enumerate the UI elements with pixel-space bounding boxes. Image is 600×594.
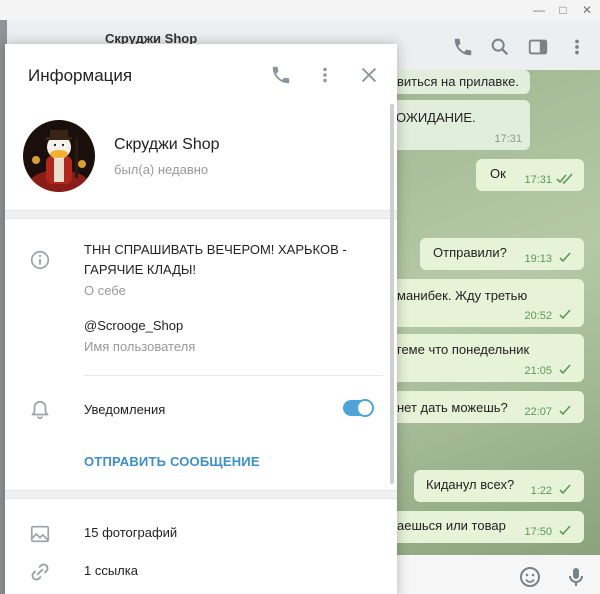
maximize-button[interactable]: □ (552, 1, 574, 19)
message-text: геме что понедельник (397, 342, 530, 357)
check-icon (559, 309, 571, 320)
message-out[interactable]: Ок 17:31 (476, 159, 584, 191)
message-text: виться на прилавке. (397, 74, 519, 89)
window-titlebar: — □ ✕ (0, 0, 600, 20)
message-text: манибек. Жду третью (397, 288, 528, 303)
send-message-button[interactable]: ОТПРАВИТЬ СООБЩЕНИЕ (84, 454, 260, 469)
message-text: нет дать можешь? (397, 400, 508, 415)
message-text: аешься или товар (397, 518, 506, 533)
section-separator (5, 490, 397, 499)
message-out[interactable]: нет дать можешь? 22:07 (390, 391, 584, 423)
microphone-icon[interactable] (564, 565, 588, 589)
phone-icon[interactable] (452, 36, 474, 58)
check-icon (559, 525, 571, 536)
phone-icon[interactable] (270, 64, 292, 86)
notifications-toggle[interactable] (343, 399, 374, 417)
info-panel: Информация Скруджи Shop был(а) недавно Т… (5, 44, 397, 594)
about-text: ТНН СПРАШИВАТЬ ВЕЧЕРОМ! ХАРЬКОВ - ГАРЯЧИ… (84, 242, 347, 277)
message-time: 17:31 (524, 174, 552, 186)
message-time: 17:50 (524, 526, 552, 538)
message-text: Отправили? (433, 245, 507, 260)
message-out[interactable]: геме что понедельник 21:05 (390, 334, 584, 382)
search-icon[interactable] (489, 36, 511, 58)
more-vert-icon[interactable] (566, 36, 588, 58)
links-count[interactable]: 1 ссылка (84, 561, 138, 581)
photo-icon (30, 525, 50, 543)
message-time: 17:31 (494, 133, 522, 145)
message-out[interactable]: Киданул всех? 1:22 (414, 470, 584, 502)
message-time: 1:22 (530, 485, 552, 497)
double-check-icon (556, 173, 573, 185)
message-text: Ок (490, 166, 506, 181)
close-icon[interactable] (358, 64, 380, 86)
check-icon (559, 252, 571, 263)
bell-icon (31, 400, 49, 420)
window-close-button[interactable]: ✕ (576, 1, 598, 19)
section-separator (5, 210, 397, 219)
about-label: О себе (84, 283, 126, 298)
divider (84, 375, 383, 376)
photos-count[interactable]: 15 фотографий (84, 523, 177, 543)
message-time: 21:05 (524, 365, 552, 377)
message-in[interactable]: ОЖИДАНИЕ. 17:31 (390, 100, 530, 150)
emoji-icon[interactable] (518, 565, 542, 589)
message-out[interactable]: аешься или товар 17:50 (390, 511, 584, 543)
panel-scrollbar[interactable] (390, 104, 394, 484)
contact-status: был(а) недавно (114, 162, 209, 177)
message-time: 19:13 (524, 253, 552, 265)
panel-title: Информация (28, 66, 133, 85)
username[interactable]: @Scrooge_Shop (84, 316, 183, 336)
username-label: Имя пользователя (84, 339, 196, 354)
message-in[interactable]: виться на прилавке. (390, 70, 530, 94)
sidebar-toggle-icon[interactable] (527, 36, 549, 58)
check-icon (559, 364, 571, 375)
message-out[interactable]: Отправили? 19:13 (420, 238, 584, 270)
minimize-button[interactable]: — (528, 1, 550, 19)
message-text: Киданул всех? (426, 477, 515, 492)
link-icon (31, 563, 49, 581)
toggle-knob (356, 399, 374, 417)
check-icon (559, 405, 571, 416)
notifications-label: Уведомления (84, 402, 166, 417)
message-text: ОЖИДАНИЕ. (396, 110, 476, 125)
more-vert-icon[interactable] (314, 64, 336, 86)
check-icon (559, 484, 571, 495)
message-time: 22:07 (524, 406, 552, 418)
message-time: 20:52 (524, 310, 552, 322)
info-icon (30, 250, 50, 270)
contact-name: Скруджи Shop (114, 136, 220, 153)
avatar[interactable] (23, 120, 95, 192)
message-out[interactable]: манибек. Жду третью 20:52 (390, 279, 584, 327)
